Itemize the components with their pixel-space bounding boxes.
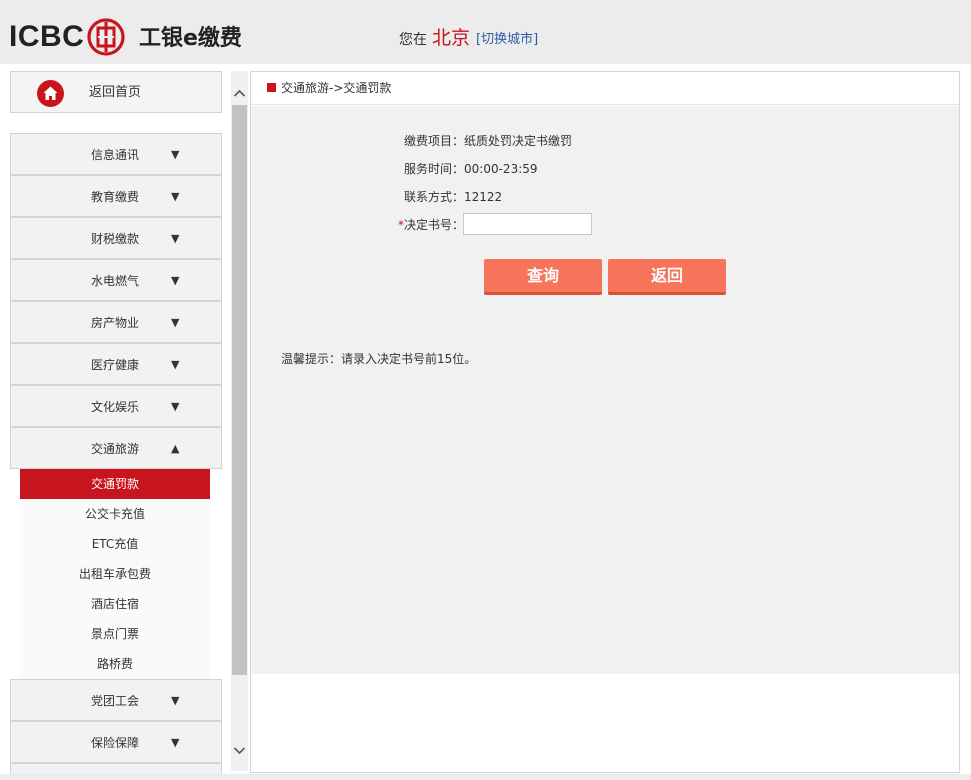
sidebar-item-label: 交通旅游 [91,442,140,456]
submenu-item-etc[interactable]: ETC充值 [20,529,210,559]
sidebar-item-medical[interactable]: 医疗健康 ▼ [10,343,222,385]
breadcrumb: 交通旅游->交通罚款 [251,72,959,105]
sidebar-item-culture[interactable]: 文化娱乐 ▼ [10,385,222,427]
sidebar-item-label: 教育缴费 [91,190,140,204]
caret-down-icon: ▼ [171,400,180,413]
caret-down-icon: ▼ [171,274,180,287]
caret-down-icon: ▼ [171,694,180,707]
payment-item-row: 缴费项目：纸质处罚决定书缴罚 [404,132,572,150]
sidebar-item-tax[interactable]: 财税缴款 ▼ [10,217,222,259]
submenu-item-toll[interactable]: 路桥费 [20,649,210,679]
payment-form: 缴费项目：纸质处罚决定书缴罚 服务时间：00:00-23:59 联系方式：121… [251,106,959,674]
sidebar-scrollbar[interactable] [231,71,248,771]
service-time-label: 服务时间： [404,162,465,176]
scroll-thumb[interactable] [232,105,247,675]
sidebar: 返回首页 信息通讯 ▼ 教育缴费 ▼ 财税缴款 ▼ 水电燃气 ▼ 房产物业 ▼ … [10,71,222,780]
home-label: 返回首页 [89,85,142,100]
main-content: 交通旅游->交通罚款 缴费项目：纸质处罚决定书缴罚 服务时间：00:00-23:… [250,71,960,773]
sidebar-item-education[interactable]: 教育缴费 ▼ [10,175,222,217]
sidebar-item-label: 房产物业 [91,316,140,330]
sidebar-item-label: 信息通讯 [91,148,140,162]
transport-submenu: 交通罚款 公交卡充值 ETC充值 出租车承包费 酒店住宿 景点门票 路桥费 [20,469,210,679]
caret-down-icon: ▼ [171,148,180,161]
service-time-row: 服务时间：00:00-23:59 [404,160,538,178]
sidebar-item-telecom[interactable]: 信息通讯 ▼ [10,133,222,175]
breadcrumb-text: 交通旅游->交通罚款 [281,81,392,95]
scroll-up-icon[interactable] [231,81,248,105]
sidebar-item-label: 医疗健康 [91,358,140,372]
submenu-item-taxi-fee[interactable]: 出租车承包费 [20,559,210,589]
caret-down-icon: ▼ [171,190,180,203]
caret-down-icon: ▼ [171,358,180,371]
sidebar-item-label: 水电燃气 [91,274,140,288]
caret-down-icon: ▼ [171,316,180,329]
contact-row: 联系方式：12122 [404,188,502,206]
page: ICBC 工银e缴费 您在 北京 [切换城市] 返回首页 信息通讯 ▼ 教育缴费… [0,0,971,780]
icbc-emblem-icon [87,18,125,56]
breadcrumb-marker-icon [267,83,276,92]
current-city: 北京 [432,27,471,49]
sidebar-item-utilities[interactable]: 水电燃气 ▼ [10,259,222,301]
sidebar-item-label: 文化娱乐 [91,400,140,414]
caret-down-icon: ▼ [171,232,180,245]
sidebar-item-transport[interactable]: 交通旅游 ▲ [10,427,222,469]
sidebar-item-insurance[interactable]: 保险保障 ▼ [10,721,222,763]
sidebar-item-label: 党团工会 [91,694,140,708]
decision-number-label: 决定书号： [404,218,465,232]
payment-item-label: 缴费项目： [404,134,465,148]
scroll-down-icon[interactable] [231,739,248,763]
home-button[interactable]: 返回首页 [10,71,222,113]
home-icon [37,80,64,107]
decision-number-input[interactable] [463,213,592,235]
submenu-item-hotel[interactable]: 酒店住宿 [20,589,210,619]
caret-down-icon: ▼ [171,736,180,749]
caret-up-icon: ▲ [171,442,180,455]
query-button[interactable]: 查询 [484,259,602,295]
location-prefix: 您在 [399,32,427,48]
sidebar-item-label: 财税缴款 [91,232,140,246]
contact-label: 联系方式： [404,190,465,204]
back-button[interactable]: 返回 [608,259,726,295]
sidebar-item-property[interactable]: 房产物业 ▼ [10,301,222,343]
sidebar-item-party-union[interactable]: 党团工会 ▼ [10,679,222,721]
header: ICBC 工银e缴费 您在 北京 [切换城市] [0,0,971,64]
logo-text: ICBC [9,20,85,53]
sidebar-item-label: 保险保障 [91,736,140,750]
switch-city-link[interactable]: [切换城市] [476,30,538,50]
submenu-item-traffic-fine[interactable]: 交通罚款 [20,469,210,499]
contact-value: 12122 [464,190,503,204]
tip-text: 温馨提示：请录入决定书号前15位。 [281,352,477,366]
app-title: 工银e缴费 [139,26,242,51]
footer-strip [0,774,971,780]
service-time-value: 00:00-23:59 [464,162,538,176]
submenu-item-tickets[interactable]: 景点门票 [20,619,210,649]
submenu-item-bus-card[interactable]: 公交卡充值 [20,499,210,529]
payment-item-value: 纸质处罚决定书缴罚 [464,134,573,148]
decision-number-row: *决定书号： [398,216,464,234]
